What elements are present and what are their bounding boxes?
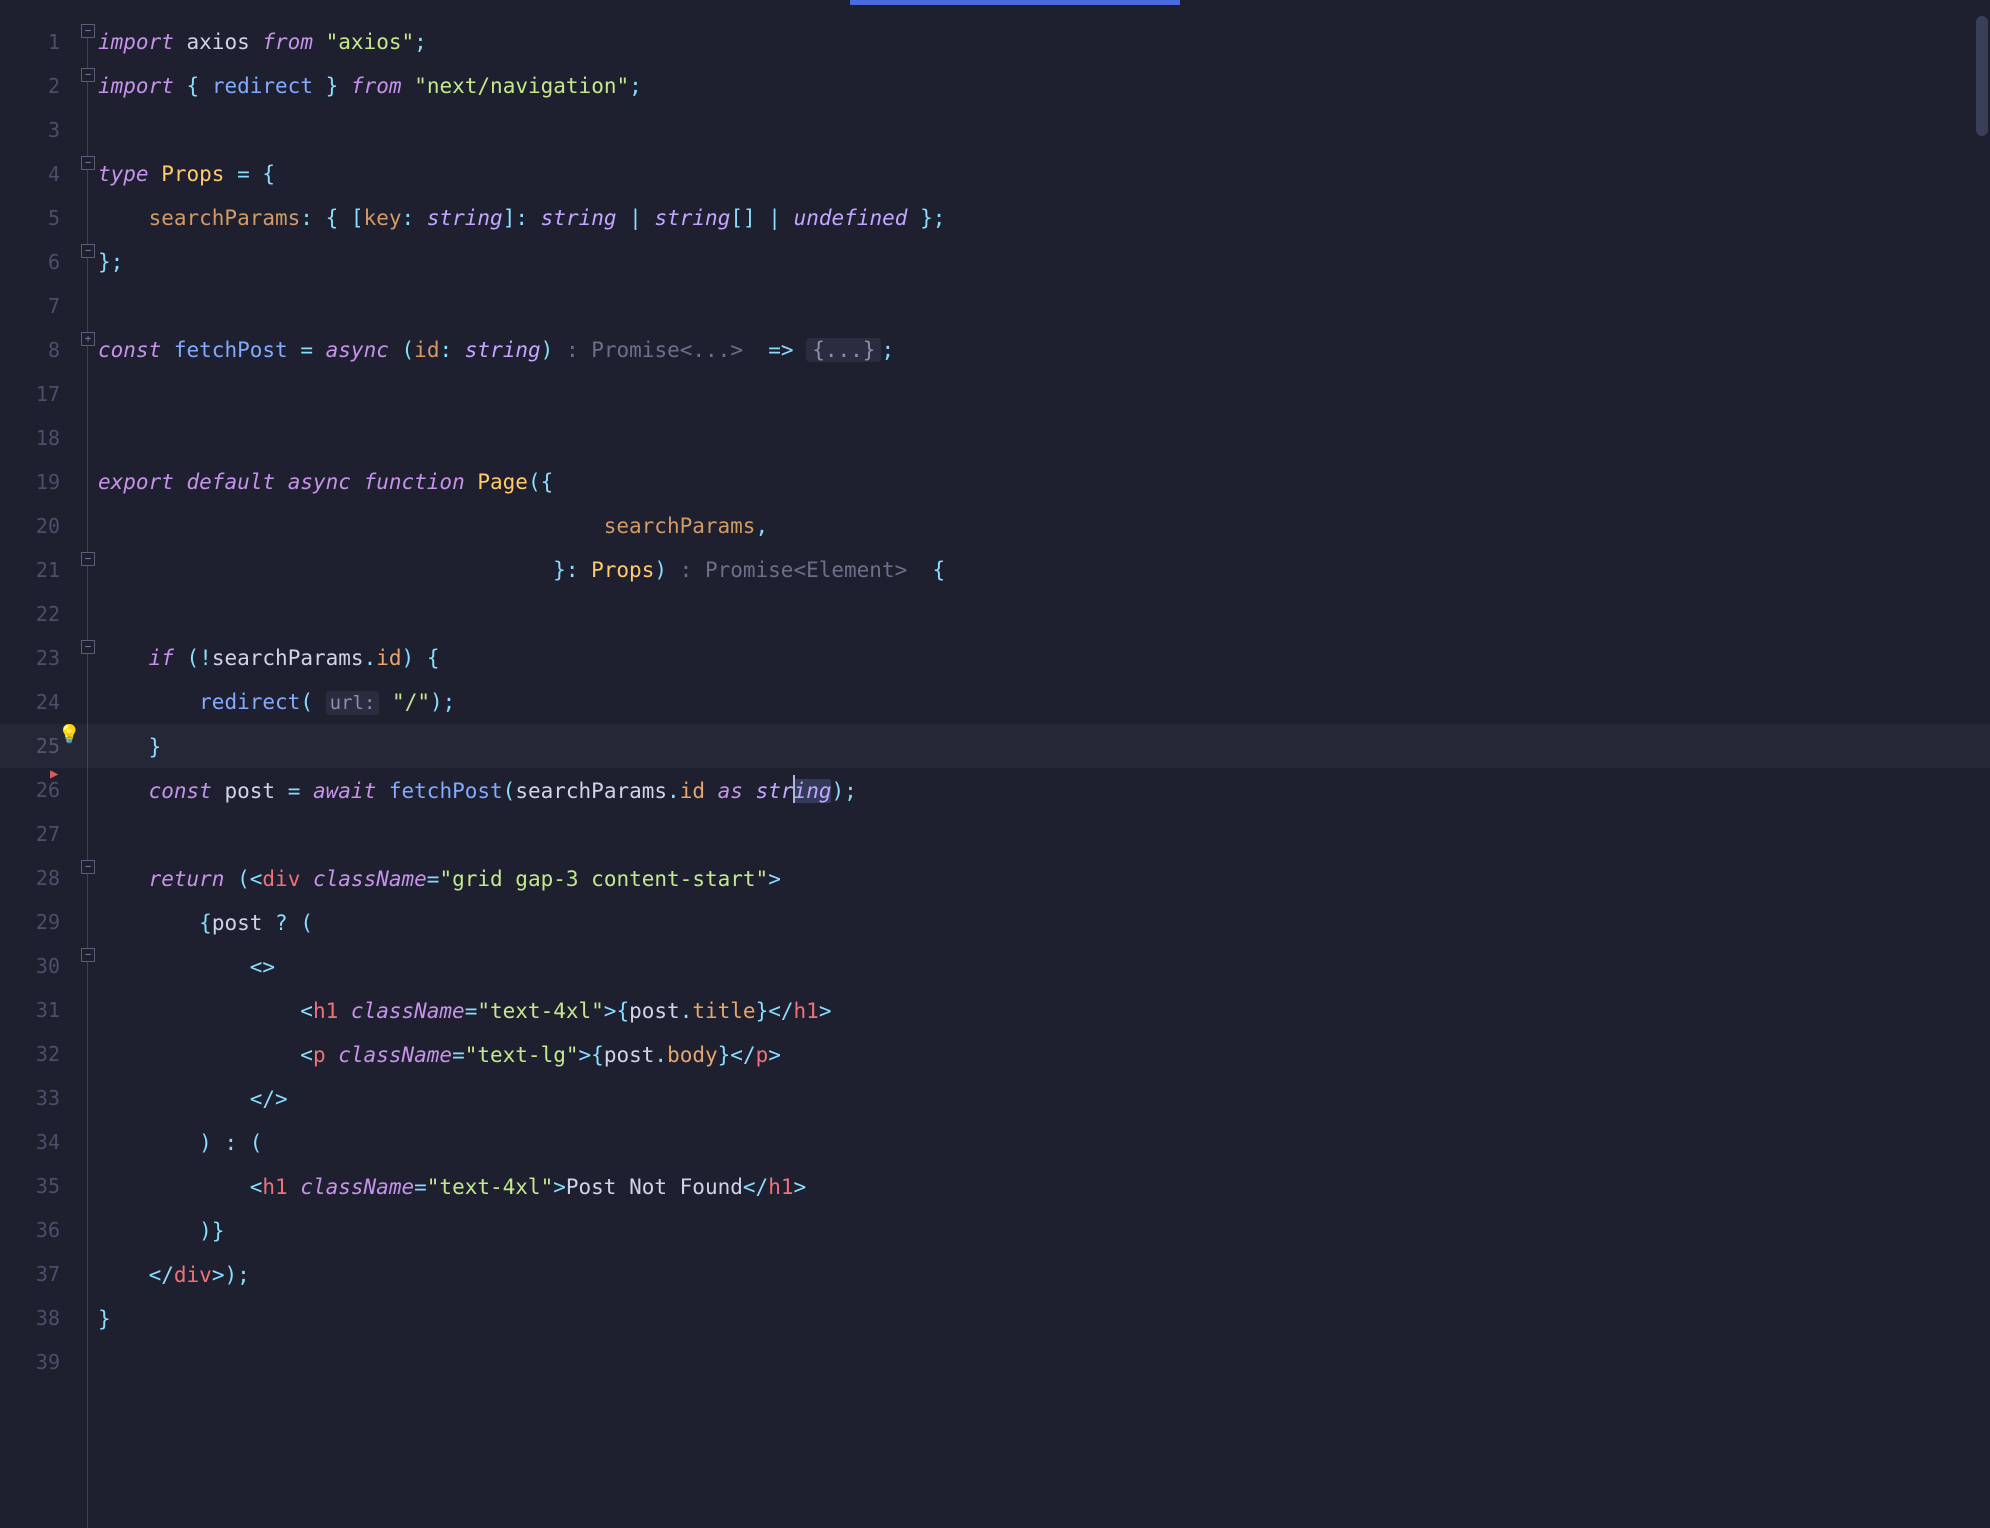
fold-toggle-icon[interactable]: − xyxy=(81,244,95,258)
fold-toggle-icon[interactable]: − xyxy=(81,860,95,874)
line-number[interactable]: 34 xyxy=(0,1120,78,1164)
breakpoint-icon[interactable]: ▶ xyxy=(50,766,58,782)
line-number[interactable]: 20 xyxy=(0,504,78,548)
line-number-gutter[interactable]: 1 2 3 4 5 6 7 8 17 18 19 20 21 22 23 24 … xyxy=(0,6,78,1528)
line-number[interactable]: 24 xyxy=(0,680,78,724)
line-number[interactable]: 32 xyxy=(0,1032,78,1076)
vertical-scrollbar[interactable] xyxy=(1976,16,1988,136)
line-number[interactable]: 27 xyxy=(0,812,78,856)
line-number[interactable]: 2 xyxy=(0,64,78,108)
line-number[interactable]: 17 xyxy=(0,372,78,416)
code-editor[interactable]: 1 2 3 4 5 6 7 8 17 18 19 20 21 22 23 24 … xyxy=(0,6,1990,1528)
folded-code-icon[interactable]: {...} xyxy=(806,338,881,362)
line-number[interactable]: 23 xyxy=(0,636,78,680)
fold-toggle-icon[interactable]: − xyxy=(81,156,95,170)
line-number[interactable]: 21 xyxy=(0,548,78,592)
line-number[interactable]: 5 xyxy=(0,196,78,240)
line-number[interactable]: 4 xyxy=(0,152,78,196)
tab-indicator xyxy=(850,0,1180,5)
fold-toggle-icon[interactable]: − xyxy=(81,948,95,962)
line-number[interactable]: 36 xyxy=(0,1208,78,1252)
fold-gutter[interactable]: − − − − + − − 💡 ▶ − − xyxy=(78,6,98,1528)
fold-toggle-icon[interactable]: − xyxy=(81,640,95,654)
fold-toggle-icon[interactable]: + xyxy=(81,332,95,346)
line-number[interactable]: 38 xyxy=(0,1296,78,1340)
line-number[interactable]: 39 xyxy=(0,1340,78,1384)
line-number[interactable]: 1 xyxy=(0,20,78,64)
code-area[interactable]: import axios from "axios"; import { redi… xyxy=(98,6,1990,1528)
fold-toggle-icon[interactable]: − xyxy=(81,68,95,82)
inlay-hint: url: xyxy=(326,691,380,715)
line-number[interactable]: 37 xyxy=(0,1252,78,1296)
line-number[interactable]: 33 xyxy=(0,1076,78,1120)
intention-bulb-icon[interactable]: 💡 xyxy=(58,724,80,745)
line-number[interactable]: 28 xyxy=(0,856,78,900)
fold-toggle-icon[interactable]: − xyxy=(81,552,95,566)
line-number[interactable]: 19 xyxy=(0,460,78,504)
line-number[interactable]: 22 xyxy=(0,592,78,636)
line-number[interactable]: 30 xyxy=(0,944,78,988)
fold-toggle-icon[interactable]: − xyxy=(81,24,95,38)
line-number[interactable]: 18 xyxy=(0,416,78,460)
line-number[interactable]: 35 xyxy=(0,1164,78,1208)
line-number[interactable]: 26 xyxy=(0,768,78,812)
line-number[interactable]: 7 xyxy=(0,284,78,328)
line-number[interactable]: 31 xyxy=(0,988,78,1032)
line-number[interactable]: 8 xyxy=(0,328,78,372)
line-number[interactable]: 3 xyxy=(0,108,78,152)
source-code[interactable]: import axios from "axios"; import { redi… xyxy=(98,20,1990,1341)
line-number[interactable]: 6 xyxy=(0,240,78,284)
line-number[interactable]: 29 xyxy=(0,900,78,944)
